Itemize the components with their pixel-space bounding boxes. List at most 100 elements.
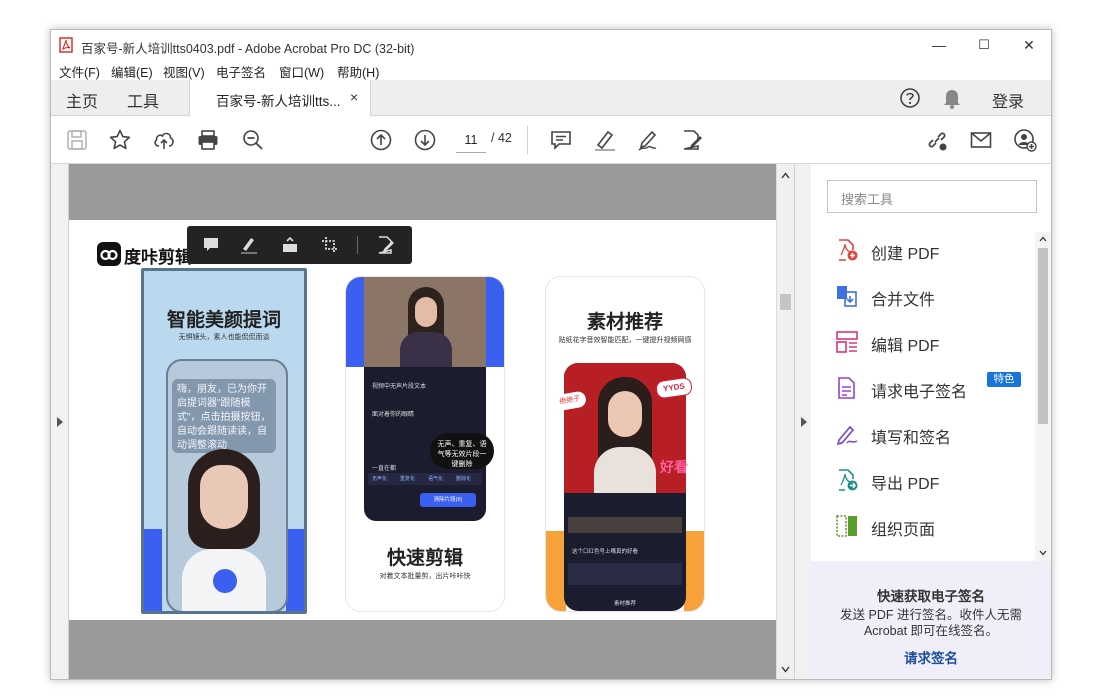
tool-combine-files-label: 合并文件 <box>871 292 936 309</box>
zoom-out-icon <box>243 130 263 150</box>
sticker-yyds: YYDS <box>654 376 694 400</box>
edit-pdf-button[interactable] <box>680 128 704 152</box>
tab-tools[interactable]: 工具 <box>127 88 159 112</box>
print-button[interactable] <box>196 128 220 152</box>
panel3-subtitle: 贴纸花字音效智能匹配，一键提升视频网感 <box>558 337 692 344</box>
acrobat-logo-icon <box>59 37 73 53</box>
tool-request-signature-label: 请求电子签名 <box>871 384 968 401</box>
panel1-title: 智能美颜提词 <box>166 310 281 331</box>
upload-button[interactable] <box>152 128 176 152</box>
tool-edit-pdf-label: 编辑 PDF <box>871 338 940 355</box>
envelope-icon <box>970 132 992 148</box>
esign-promo-card: 快速获取电子签名 发送 PDF 进行签名。收件人无需 Acrobat 即可在线签… <box>811 561 1051 679</box>
tool-organize-pages[interactable]: 组织页面 <box>835 512 1035 542</box>
feature-panel-beauty: 智能美颜提词 无惧镜头，素人也能侃侃而谈 嗨，朋友，已为你开启提词器"跟随模式"… <box>141 268 307 614</box>
app-logo-icon <box>97 242 121 266</box>
document-viewport[interactable]: 度咔剪辑 智能美颜提词 无惧镜头，素人也能侃侃而谈 嗨，朋友，已为你开启提词器"… <box>51 164 811 679</box>
feature-panel-edit: 视频中无声片段文本 面对着你的眼睛 一直在都 无声化 重复化 语气化 删除化 清… <box>345 276 505 612</box>
email-button[interactable] <box>969 128 993 152</box>
page-number-input[interactable]: 11 <box>456 128 486 153</box>
edit-document-icon <box>683 130 702 150</box>
menu-view[interactable]: 视图(V) <box>163 62 205 81</box>
help-icon[interactable] <box>899 87 921 109</box>
comment-button[interactable] <box>549 128 573 152</box>
comment-icon[interactable] <box>201 235 221 255</box>
pen-sign-icon <box>638 130 657 151</box>
highlight-button[interactable] <box>593 128 617 152</box>
zoom-button[interactable] <box>241 128 265 152</box>
chevron-right-icon <box>801 417 807 427</box>
app-logo-text: 度咔剪辑 <box>124 248 192 267</box>
printer-icon <box>198 130 218 150</box>
tool-fill-sign[interactable]: 填写和签名 <box>835 420 1035 450</box>
request-signature-icon <box>838 377 855 399</box>
edit-document-icon[interactable] <box>376 235 396 255</box>
bookmark-button[interactable] <box>108 128 132 152</box>
menu-help[interactable]: 帮助(H) <box>337 62 379 81</box>
right-panel-toggle[interactable] <box>794 164 811 679</box>
cloud-upload-icon <box>154 132 174 149</box>
tools-scrollbar[interactable] <box>1035 232 1051 562</box>
tab-home[interactable]: 主页 <box>66 88 98 112</box>
crop-icon[interactable] <box>320 235 340 255</box>
scroll-thumb[interactable] <box>780 294 791 310</box>
arrow-up-circle-icon <box>370 129 392 151</box>
scroll-down-icon[interactable] <box>1039 550 1047 556</box>
menu-edit[interactable]: 编辑(E) <box>111 62 153 81</box>
document-tab-label: 百家号-新人培训tts... <box>216 94 341 109</box>
floating-annotation-toolbar <box>187 226 412 264</box>
close-tab-icon[interactable]: × <box>350 89 358 105</box>
share-link-button[interactable] <box>925 128 949 152</box>
scroll-up-icon[interactable] <box>1039 236 1047 242</box>
tool-search-input[interactable]: 搜索工具 <box>827 180 1037 213</box>
fill-sign-icon <box>836 425 858 446</box>
material-caption: 这个口红色号上嘴真的好看 <box>572 549 639 555</box>
tag-delete: 删除化 <box>456 476 472 482</box>
tool-export-pdf-label: 导出 PDF <box>871 476 940 493</box>
tools-scroll-thumb[interactable] <box>1038 248 1048 424</box>
prev-page-button[interactable] <box>369 128 393 152</box>
maximize-button[interactable]: ☐ <box>961 30 1007 60</box>
tool-create-pdf[interactable]: 创建 PDF <box>835 236 1035 266</box>
text-edit-icon[interactable] <box>280 235 300 255</box>
tool-combine-files[interactable]: 合并文件 <box>835 282 1035 312</box>
menu-esign[interactable]: 电子签名 <box>216 62 266 81</box>
title-bar: 百家号-新人培训tts0403.pdf - Adobe Acrobat Pro … <box>51 30 1051 60</box>
add-user-button[interactable] <box>1013 128 1037 152</box>
menu-file[interactable]: 文件(F) <box>59 62 100 81</box>
arrow-down-circle-icon <box>414 129 436 151</box>
close-button[interactable]: ✕ <box>1006 30 1051 60</box>
save-button[interactable] <box>65 128 89 152</box>
login-button[interactable]: 登录 <box>992 88 1024 112</box>
tool-export-pdf[interactable]: 导出 PDF <box>835 466 1035 496</box>
material-bottom-label: 素材推荐 <box>613 601 636 607</box>
request-signature-link[interactable]: 请求签名 <box>811 647 1051 667</box>
chevron-right-icon <box>57 417 63 427</box>
highlighter-icon[interactable] <box>239 235 259 255</box>
edit-row-3: 一直在都 <box>372 466 397 472</box>
highlighter-icon <box>595 130 615 151</box>
scroll-up-icon[interactable] <box>781 172 790 179</box>
feature-panel-material: 素材推荐 贴纸花字音效智能匹配，一键提升视频网感 这个口红色号上嘴真的好看 素材… <box>545 276 705 612</box>
panel3-title: 素材推荐 <box>586 312 663 333</box>
left-panel-toggle[interactable] <box>51 164 69 679</box>
bell-icon[interactable] <box>942 87 962 109</box>
tab-document[interactable]: 百家号-新人培训tts... × <box>189 80 371 116</box>
sticker-haokan: 好看 <box>660 459 688 475</box>
record-button-icon <box>213 569 237 593</box>
teleprompter-text: 嗨，朋友，已为你开启提词器"跟随模式"，点击拍摄按钮，自动会跟随读读，自动调整滚… <box>172 379 276 453</box>
next-page-button[interactable] <box>413 128 437 152</box>
tool-create-pdf-label: 创建 PDF <box>871 246 940 263</box>
create-pdf-icon <box>839 239 858 261</box>
menu-window[interactable]: 窗口(W) <box>279 62 324 81</box>
page-total: / 42 <box>491 131 512 145</box>
promo-line-2: Acrobat 即可在线签名。 <box>863 624 999 638</box>
document-scrollbar[interactable] <box>776 164 794 679</box>
tool-edit-pdf[interactable]: 编辑 PDF <box>835 328 1035 358</box>
panel1-subtitle: 无惧镜头，素人也能侃侃而谈 <box>178 334 270 341</box>
sign-button[interactable] <box>636 128 660 152</box>
edit-pdf-icon <box>836 331 858 353</box>
promo-description: 发送 PDF 进行签名。收件人无需 Acrobat 即可在线签名。 <box>811 607 1051 639</box>
scroll-down-icon[interactable] <box>781 666 790 673</box>
minimize-button[interactable]: — <box>916 30 962 60</box>
